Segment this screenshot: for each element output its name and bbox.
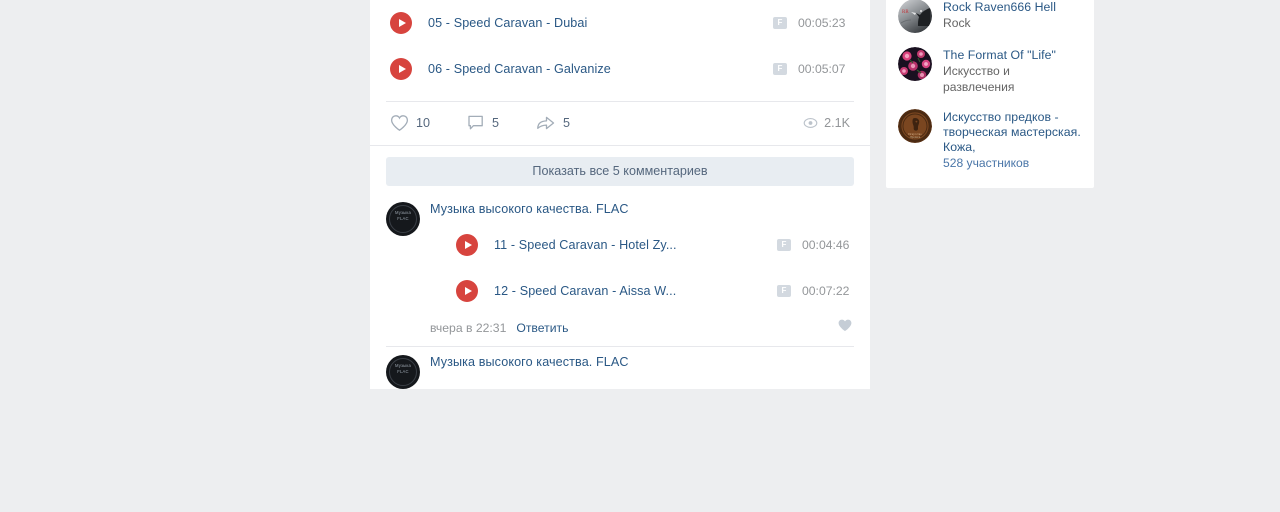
play-icon[interactable]	[390, 58, 412, 81]
group-name[interactable]: Rock Raven666 Hell	[943, 0, 1082, 15]
audio-duration: 00:05:07	[798, 62, 846, 77]
group-name[interactable]: The Format Of "Life"	[943, 48, 1082, 63]
group-members-count: 528 участников	[943, 156, 1030, 170]
audio-track-row[interactable]: 06 - Speed Caravan - Galvanize F 00:05:0…	[386, 46, 854, 93]
comment-author[interactable]: Музыка высокого качества. FLAC	[430, 202, 854, 216]
comment-item: Музыка FLAC Музыка высокого качества. FLA…	[386, 347, 854, 389]
avatar[interactable]: Музыка FLAC	[386, 354, 420, 389]
audio-track-row[interactable]: 11 - Speed Caravan - Hotel Zy... F 00:04…	[456, 222, 854, 269]
group-subtitle: Rock	[943, 16, 971, 30]
audio-track-meta: F 00:05:23	[773, 16, 850, 30]
view-count: 2.1K	[824, 116, 850, 130]
sidebar-group-item[interactable]: Искусство Предков Искусство предков - тв…	[886, 102, 1094, 178]
post-action-bar: 10 5 5 2.1K	[370, 102, 870, 145]
group-info: Искусство предков - творческая мастерска…	[943, 109, 1082, 171]
audio-track-meta: F 00:07:22	[777, 284, 854, 298]
like-button[interactable]: 10	[390, 114, 430, 132]
share-button[interactable]: 5	[536, 114, 570, 132]
comment-count: 5	[492, 116, 500, 130]
audio-track-row[interactable]: 12 - Speed Caravan - Aissa W... F 00:07:…	[456, 268, 854, 315]
comment-body: Музыка высокого качества. FLAC 11 - Spee…	[430, 202, 854, 339]
group-avatar-flowers-icon[interactable]	[898, 47, 932, 81]
audio-track-title[interactable]: 11 - Speed Caravan - Hotel Zy...	[494, 238, 777, 252]
heart-filled-icon	[838, 319, 852, 331]
show-all-comments-button[interactable]: Показать все 5 комментариев	[386, 156, 854, 186]
audio-track-row[interactable]: 05 - Speed Caravan - Dubai F 00:05:23	[386, 0, 854, 46]
comments-section: Показать все 5 комментариев Музыка FLAC М…	[370, 145, 870, 389]
comment-reply-link[interactable]: Ответить	[516, 321, 568, 335]
comment-item: Музыка FLAC Музыка высокого качества. FLA…	[386, 194, 854, 339]
post-card: 02 - Speed Caravan - Kalashnik Lo... F 0…	[370, 0, 870, 389]
avatar[interactable]: Музыка FLAC	[386, 201, 420, 236]
format-badge: F	[773, 63, 787, 76]
comment-body: Музыка высокого качества. FLAC	[430, 355, 854, 389]
comment-footer: вчера в 22:31 Ответить	[430, 317, 854, 339]
sidebar-group-item[interactable]: The Format Of "Life" Искусство и развлеч…	[886, 40, 1094, 102]
group-name[interactable]: Искусство предков - творческая мастерска…	[943, 110, 1082, 155]
audio-track-title[interactable]: 06 - Speed Caravan - Galvanize	[428, 62, 773, 76]
audio-track-title[interactable]: 05 - Speed Caravan - Dubai	[428, 16, 773, 30]
heart-icon	[390, 115, 409, 131]
audio-track-meta: F 00:05:07	[773, 62, 850, 76]
audio-duration: 00:05:23	[798, 15, 846, 30]
audio-duration: 00:04:46	[802, 237, 850, 252]
comment-audio-list: 11 - Speed Caravan - Hotel Zy... F 00:04…	[430, 222, 854, 315]
group-avatar-raven-icon[interactable]: RR	[898, 0, 932, 33]
like-count: 10	[416, 116, 431, 130]
groups-sidebar: The Format Of "spirits" Формат бодрости!…	[886, 0, 1094, 188]
audio-track-list: 02 - Speed Caravan - Kalashnik Lo... F 0…	[370, 0, 870, 93]
group-info: The Format Of "Life" Искусство и развлеч…	[943, 47, 1082, 95]
play-icon[interactable]	[390, 11, 412, 34]
group-subtitle: Искусство и развлечения	[943, 64, 1015, 94]
format-badge: F	[777, 238, 791, 251]
play-icon[interactable]	[456, 280, 478, 303]
format-badge: F	[773, 16, 787, 29]
format-badge: F	[777, 285, 791, 298]
play-icon[interactable]	[456, 233, 478, 256]
comment-author[interactable]: Музыка высокого качества. FLAC	[430, 355, 854, 369]
share-icon	[537, 116, 555, 130]
audio-track-meta: F 00:04:46	[777, 238, 854, 252]
comment-button[interactable]: 5	[467, 114, 499, 132]
page-root: 02 - Speed Caravan - Kalashnik Lo... F 0…	[0, 0, 1280, 512]
comment-icon	[468, 115, 483, 130]
comment-like-button[interactable]	[838, 319, 852, 337]
group-avatar-leather-badge-icon[interactable]: Искусство Предков	[898, 109, 932, 143]
sidebar-group-item[interactable]: RR Rock Raven666 Hell Rock	[886, 0, 1094, 40]
comment-timestamp: вчера в 22:31	[430, 320, 507, 335]
audio-track-title[interactable]: 12 - Speed Caravan - Aissa W...	[494, 284, 777, 298]
group-info: Rock Raven666 Hell Rock	[943, 0, 1082, 31]
share-count: 5	[563, 116, 571, 130]
view-count-group: 2.1K	[803, 116, 850, 130]
svg-text:Предков: Предков	[910, 135, 921, 139]
svg-text:RR: RR	[902, 10, 909, 15]
audio-duration: 00:07:22	[802, 284, 850, 299]
eye-icon	[803, 118, 818, 128]
